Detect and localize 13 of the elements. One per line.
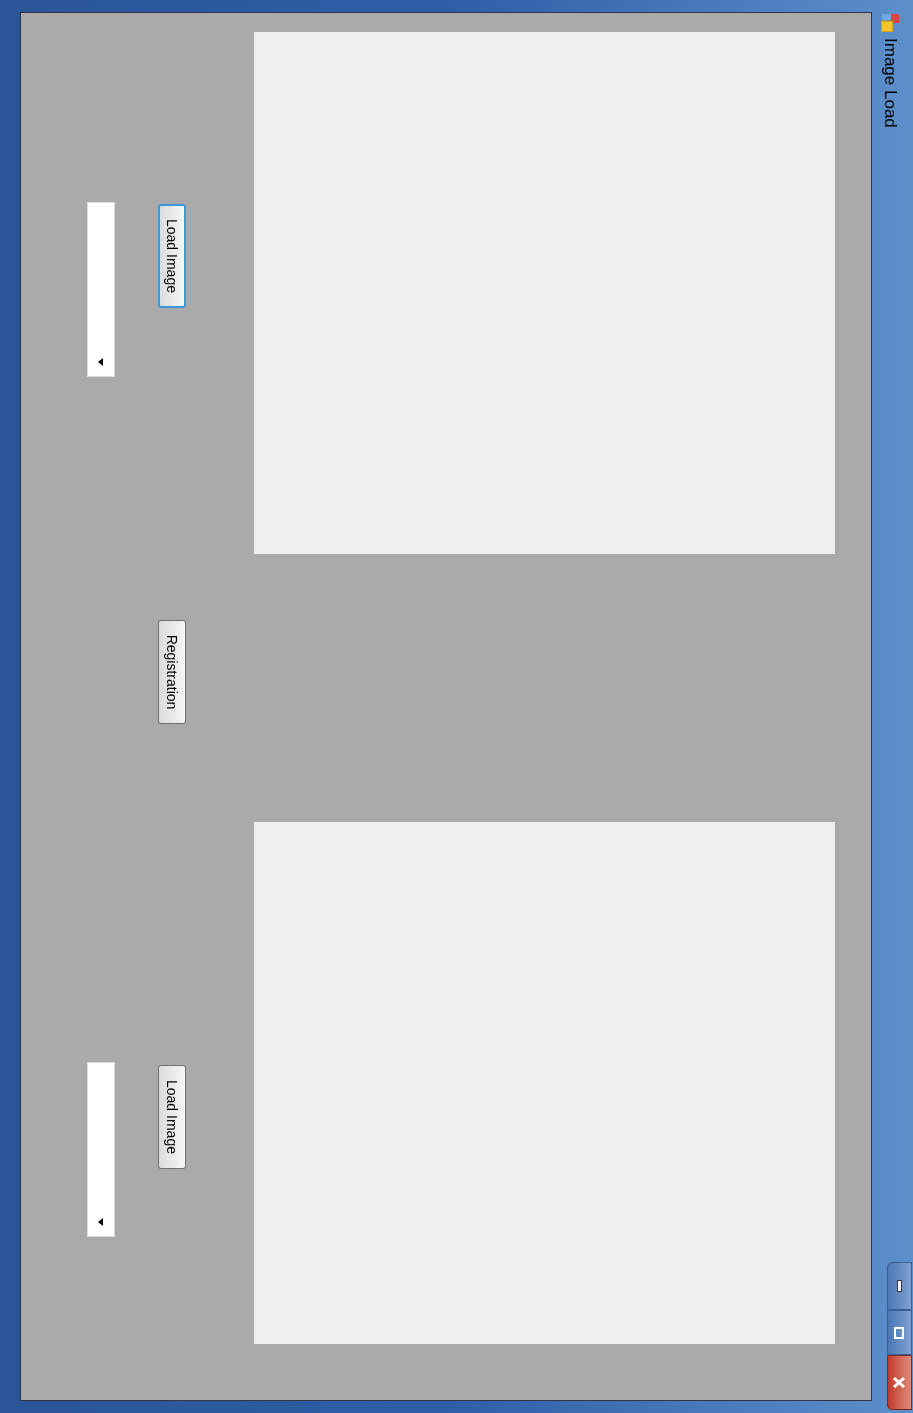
window-title: Image Load [880, 38, 901, 128]
close-icon [893, 1376, 906, 1389]
minimize-button[interactable] [887, 1262, 912, 1310]
dropdown-arrow-icon [98, 1218, 104, 1226]
push-button[interactable]: Registration [158, 620, 186, 724]
dropdown-arrow-icon [98, 358, 104, 366]
push-button[interactable]: Load Image [158, 1065, 186, 1169]
close-button[interactable] [887, 1355, 912, 1410]
maximize-button[interactable] [887, 1310, 912, 1355]
minimize-icon [897, 1280, 902, 1292]
app-icon [881, 14, 900, 32]
push-button[interactable]: Load Image [158, 204, 186, 308]
maximize-icon [894, 1326, 905, 1339]
